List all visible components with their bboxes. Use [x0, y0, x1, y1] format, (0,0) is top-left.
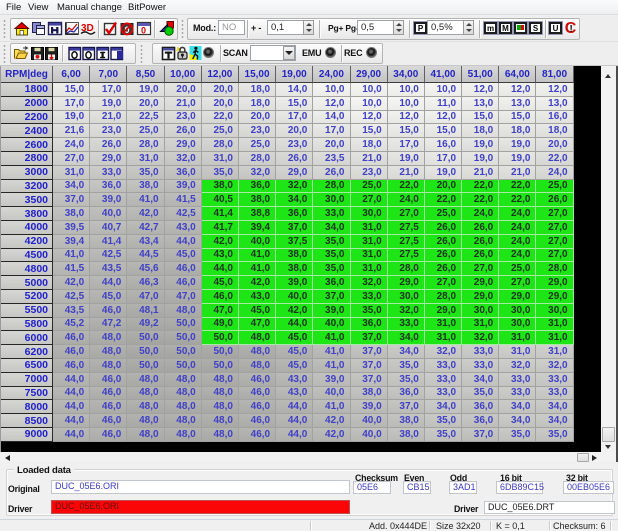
svg-text:0: 0	[141, 26, 146, 36]
